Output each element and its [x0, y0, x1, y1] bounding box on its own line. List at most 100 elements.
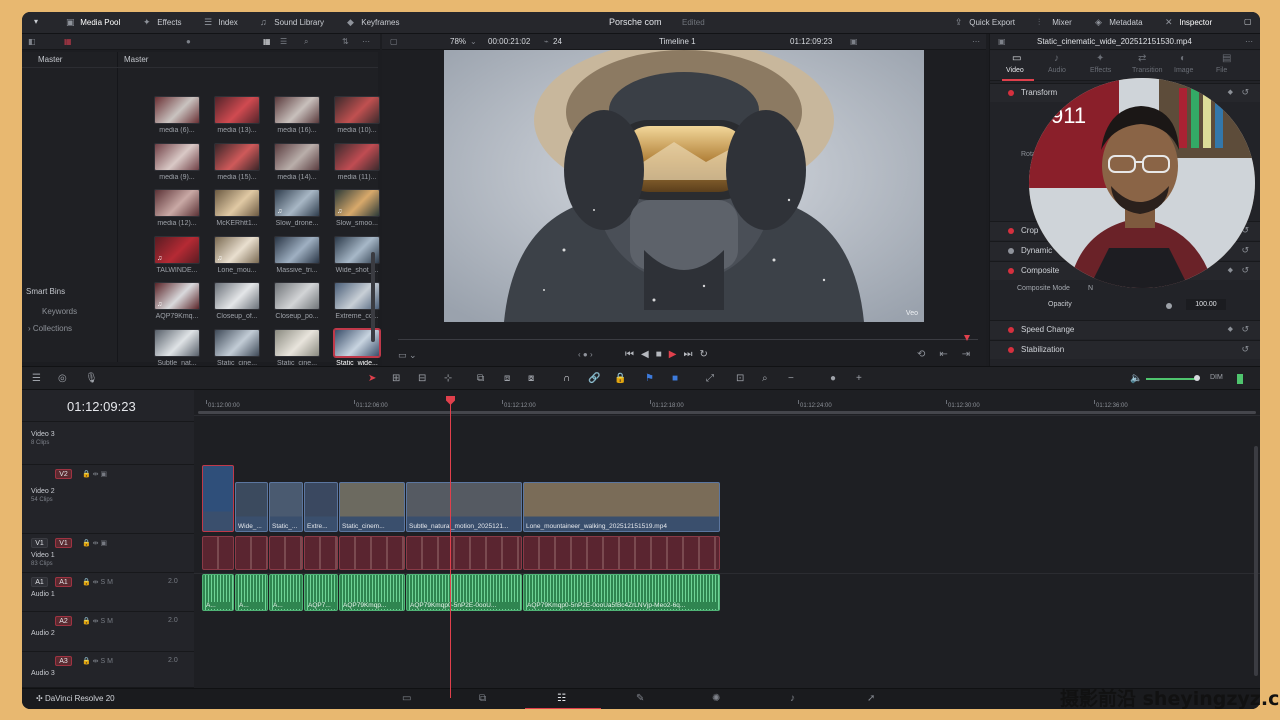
- reset-icon[interactable]: ↺: [1241, 344, 1249, 355]
- deliver-page-tab[interactable]: ➚: [867, 693, 875, 704]
- jog-control-icon[interactable]: ‹ ● ›: [578, 350, 593, 359]
- master-bin[interactable]: Master: [38, 55, 62, 64]
- track-controls-icons[interactable]: 🔒 ⇹ S M: [82, 617, 113, 625]
- zoom-level[interactable]: 78%: [450, 37, 466, 46]
- speed-change-section[interactable]: Speed Change ◆ ↺: [990, 320, 1260, 339]
- stop-icon[interactable]: ■: [656, 349, 669, 360]
- clip-thumbnail[interactable]: [274, 142, 320, 171]
- timeline-playhead[interactable]: [450, 398, 451, 698]
- clip-thumbnail[interactable]: [154, 142, 200, 171]
- enable-dot[interactable]: [1008, 90, 1014, 96]
- expand-icon[interactable]: ▢: [1244, 17, 1252, 26]
- reset-icon[interactable]: ↺: [1241, 265, 1249, 276]
- tab-audio[interactable]: Audio: [1048, 67, 1066, 74]
- grid-view-icon[interactable]: ▦: [263, 37, 271, 46]
- dim-button[interactable]: DIM: [1210, 374, 1223, 381]
- video2-clip[interactable]: Subtle_natural_motion_2025121...: [406, 482, 522, 532]
- clip-thumbnail[interactable]: [154, 96, 200, 124]
- enable-dot[interactable]: [1008, 347, 1014, 353]
- video1-clip[interactable]: [202, 536, 234, 570]
- go-to-end-icon[interactable]: ⏭: [683, 349, 699, 360]
- collections-bin[interactable]: › Collections: [28, 324, 72, 333]
- audio1-clip[interactable]: AQP79Kmqp...: [339, 574, 405, 611]
- edit-page-tab[interactable]: ☷: [557, 693, 566, 704]
- video1-clip[interactable]: [339, 536, 405, 570]
- audio1-clip[interactable]: A...: [202, 574, 234, 611]
- audio1-clip[interactable]: AQP79Kmqp0-5nP2E-0ooU...: [406, 574, 522, 611]
- keyframe-icon[interactable]: ◆: [1228, 325, 1233, 333]
- metadata-button[interactable]: ◈ Metadata: [1095, 17, 1143, 28]
- clip-thumbnail[interactable]: [214, 189, 260, 217]
- insert-clip-icon[interactable]: ⧉: [477, 373, 484, 384]
- stabilization-section[interactable]: Stabilization ↺: [990, 340, 1260, 359]
- scrubber-track[interactable]: [398, 339, 978, 340]
- media-page-tab[interactable]: ▭: [402, 693, 411, 704]
- blade-tool-icon[interactable]: ⊹: [444, 373, 452, 384]
- clip-thumbnail[interactable]: [334, 142, 380, 171]
- track-tag[interactable]: V1: [31, 538, 48, 548]
- sound-library-button[interactable]: ♫ Sound Library: [260, 17, 324, 27]
- audio1-clip[interactable]: A...: [269, 574, 303, 611]
- timeline-view-icon[interactable]: ☰: [32, 373, 41, 384]
- loop-icon[interactable]: ↻: [699, 349, 714, 360]
- fairlight-page-tab[interactable]: ♪: [790, 693, 795, 704]
- snapping-icon[interactable]: ∩: [563, 373, 570, 384]
- video1-clip[interactable]: [523, 536, 720, 570]
- zoom-detail-icon[interactable]: ⊡: [736, 373, 744, 384]
- clip-thumbnail[interactable]: [334, 96, 380, 124]
- video2-clip[interactable]: Wide_...: [235, 482, 268, 532]
- clip-thumbnail[interactable]: [214, 282, 260, 310]
- timeline-scrollbar[interactable]: [198, 411, 1256, 414]
- overwrite-clip-icon[interactable]: ⧈: [504, 373, 510, 384]
- enable-dot[interactable]: [1008, 228, 1014, 234]
- track-tag[interactable]: V2: [55, 469, 72, 479]
- clip-thumbnail[interactable]: ♫: [214, 235, 260, 264]
- clip-thumbnail[interactable]: [154, 328, 200, 357]
- inspector-tab-icon[interactable]: ♪: [1054, 53, 1059, 64]
- track-header-audio2[interactable]: A2 🔒 ⇹ S M 2.0 Audio 2: [22, 612, 194, 652]
- video1-clip[interactable]: [269, 536, 303, 570]
- zoom-custom-icon[interactable]: ⌕: [762, 373, 768, 384]
- opacity-slider-knob[interactable]: [1166, 303, 1172, 309]
- clip-view-icon[interactable]: ▦: [64, 37, 72, 46]
- video1-clip[interactable]: [235, 536, 268, 570]
- keyframe-icon[interactable]: ◆: [1228, 88, 1233, 96]
- clip-thumbnail[interactable]: [214, 96, 260, 124]
- trim-tool-icon[interactable]: ⊞: [392, 373, 400, 384]
- clip-thumbnail[interactable]: [274, 235, 320, 264]
- zoom-slider-knob[interactable]: ●: [830, 373, 836, 384]
- tab-video[interactable]: Video: [1006, 67, 1024, 74]
- more-options-icon[interactable]: ⋯: [1245, 37, 1253, 46]
- track-header-audio3[interactable]: A3 🔒 ⇹ S M 2.0 Audio 3: [22, 652, 194, 688]
- clip-thumbnail[interactable]: [214, 142, 260, 171]
- clip-thumbnail[interactable]: [274, 282, 320, 310]
- track-tag-destination[interactable]: A1: [55, 577, 72, 587]
- clip-thumbnail[interactable]: ♫: [334, 189, 380, 217]
- selection-tool-icon[interactable]: ➤: [368, 373, 376, 384]
- track-header-video1[interactable]: V1 V1 🔒 ⇹ ▣ Video 1 83 Clips: [22, 534, 194, 573]
- zoom-slider-icon[interactable]: ●: [186, 37, 191, 46]
- panel-layout-icon[interactable]: ◧: [28, 37, 36, 46]
- opacity-value[interactable]: 100.00: [1186, 299, 1226, 310]
- video2-clip[interactable]: Static_...: [269, 482, 303, 532]
- audio-waveform-icon[interactable]: ◎: [58, 373, 67, 384]
- mixer-button[interactable]: ⫶ Mixer: [1038, 17, 1072, 28]
- timeline-name[interactable]: Timeline 1: [659, 37, 696, 46]
- play-icon[interactable]: ▶: [669, 349, 684, 360]
- tab-file[interactable]: File: [1216, 67, 1227, 74]
- linked-selection-icon[interactable]: 🔗: [588, 373, 600, 384]
- video2-clip[interactable]: [202, 465, 234, 532]
- tab-effects[interactable]: Effects: [1090, 67, 1111, 74]
- inspector-tab-icon[interactable]: ▤: [1222, 53, 1231, 64]
- clip-thumbnail[interactable]: [274, 96, 320, 124]
- track-tag[interactable]: A3: [55, 656, 72, 666]
- viewer-frame[interactable]: Veo: [444, 50, 924, 322]
- quick-export-button[interactable]: ⇪ Quick Export: [955, 17, 1015, 28]
- track-tag-destination[interactable]: V1: [55, 538, 72, 548]
- track-controls-icons[interactable]: 🔒 ⇹ ▣: [82, 470, 107, 478]
- clip-thumbnail[interactable]: [274, 328, 320, 357]
- inspector-tab-icon[interactable]: ▭: [1012, 53, 1021, 64]
- audio1-clip[interactable]: AQP7...: [304, 574, 338, 611]
- clip-thumbnail[interactable]: ♫: [274, 189, 320, 217]
- keyframes-button[interactable]: ◆ Keyframes: [347, 17, 399, 28]
